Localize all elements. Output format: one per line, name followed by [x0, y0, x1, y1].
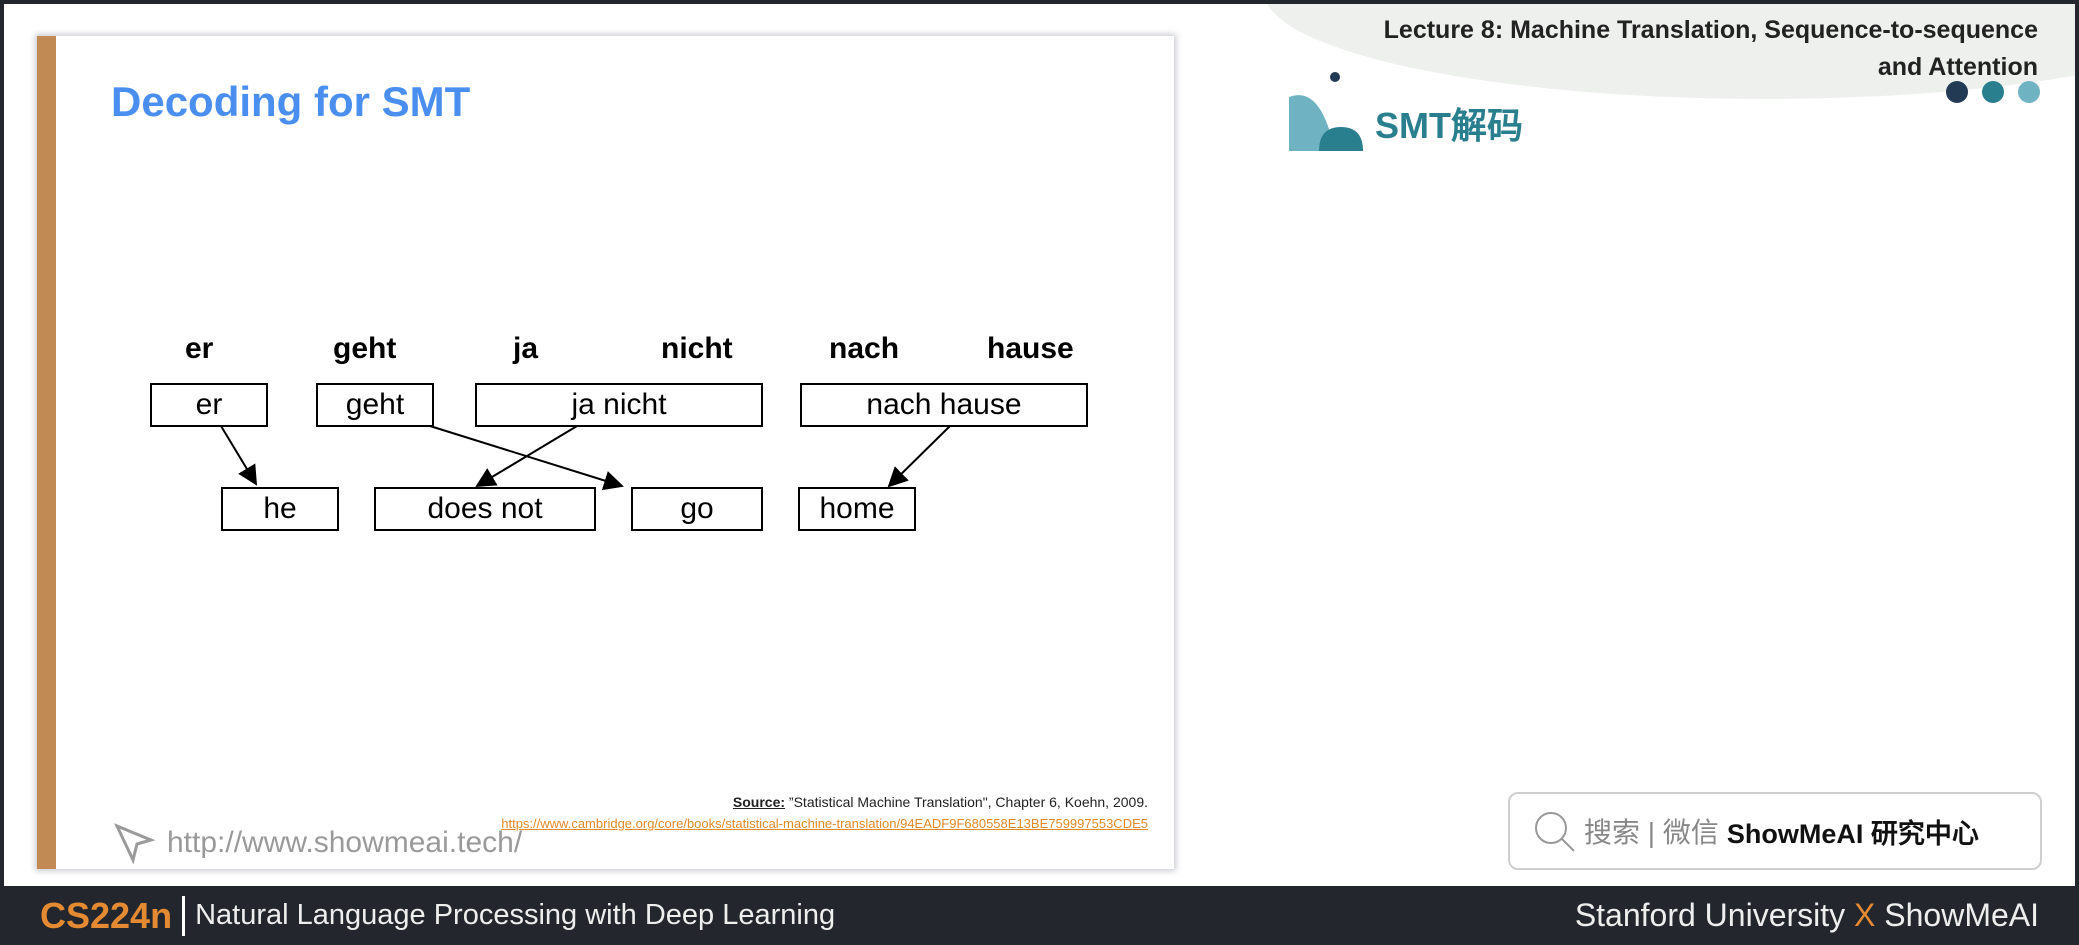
arrow-nachhause-home [887, 425, 951, 488]
search-brand: ShowMeAI 研究中心 [1726, 818, 1979, 849]
search-box[interactable]: 搜索 | 微信 ShowMeAI 研究中心 [1508, 792, 2042, 870]
x-separator: X [1854, 897, 1876, 933]
source-link[interactable]: https://www.cambridge.org/core/books/sta… [501, 816, 1148, 831]
section-logo-icon [1289, 72, 1363, 151]
section-title: SMT解码 [1375, 105, 1523, 146]
partner: ShowMeAI [1884, 897, 2039, 933]
phrase-box: nach hause [800, 383, 1088, 427]
phrase-box: er [150, 383, 268, 427]
section-logo: SMT解码 [1285, 69, 1545, 151]
translation-box: home [798, 487, 916, 531]
search-icon [1535, 812, 1575, 852]
search-label: 搜索 | 微信 [1584, 817, 1719, 848]
course-name: Natural Language Processing with Deep Le… [195, 899, 836, 931]
source-label: Source: [732, 794, 786, 810]
watermark: http://www.showmeai.tech/ [111, 820, 522, 866]
translation-box: he [221, 487, 339, 531]
translation-box: does not [374, 487, 596, 531]
stage: Lecture 8: Machine Translation, Sequence… [4, 4, 2075, 886]
footer-bar: CS224n Natural Language Processing with … [0, 886, 2079, 945]
dots-decoration [1946, 81, 2040, 103]
arrow-janicht-doesnot [475, 425, 578, 488]
phrase-box: ja nicht [475, 383, 763, 427]
cursor-icon [113, 823, 156, 865]
footer-divider [182, 895, 186, 936]
slide: Decoding for SMT er geht ja nicht nach h… [37, 36, 1174, 869]
university: Stanford University [1574, 897, 1846, 933]
watermark-url: http://www.showmeai.tech/ [167, 826, 523, 859]
source-citation: Source: ”Statistical Machine Translation… [733, 794, 1148, 810]
source-text: ”Statistical Machine Translation", Chapt… [785, 794, 1148, 810]
course-code: CS224n [40, 894, 173, 936]
lecture-title-line1: Lecture 8: Machine Translation, Sequence… [1383, 16, 2038, 44]
translation-box: go [631, 487, 763, 531]
alignment-arrows [220, 425, 951, 491]
footer-credits: Stanford University X ShowMeAI [1575, 897, 2039, 934]
arrow-er-he [220, 425, 258, 486]
phrase-box: geht [316, 383, 434, 427]
